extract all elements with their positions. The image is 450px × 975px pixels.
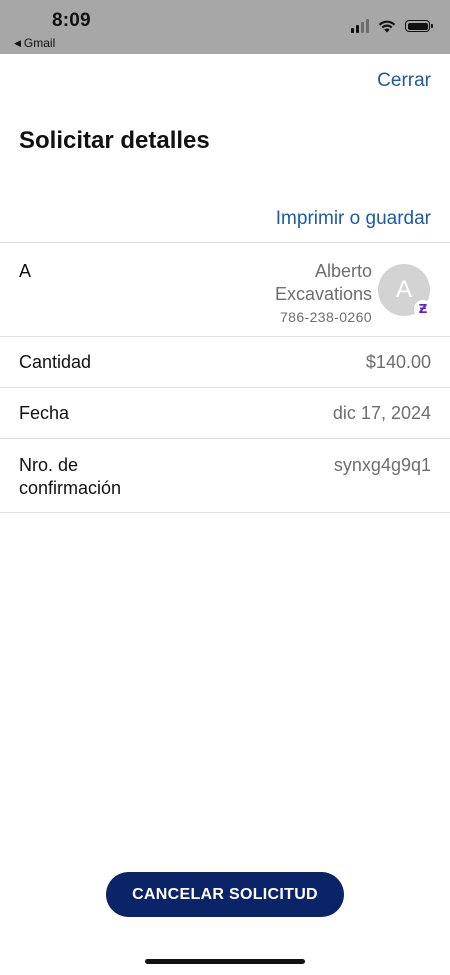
wifi-icon — [378, 20, 396, 33]
avatar: A Ƶ — [378, 264, 432, 318]
cellular-signal-icon — [351, 19, 369, 33]
detail-row-confirmation: Nro. de confirmación synxg4g9q1 — [0, 438, 450, 513]
detail-row-date: Fecha dic 17, 2024 — [0, 387, 450, 438]
close-button[interactable]: Cerrar — [377, 70, 431, 92]
amount-label: Cantidad — [19, 352, 92, 372]
detail-row-recipient: A Alberto Excavations 786-238-0260 A Ƶ — [0, 242, 450, 336]
date-label: Fecha — [19, 403, 70, 423]
back-app-label: Gmail — [23, 36, 56, 50]
confirmation-label: Nro. de confirmación — [19, 455, 122, 498]
confirmation-value: synxg4g9q1 — [333, 455, 431, 475]
status-bar: 8:09 ◀ Gmail — [0, 0, 450, 54]
detail-row-amount: Cantidad $140.00 — [0, 336, 450, 387]
date-value: dic 17, 2024 — [332, 403, 431, 423]
recipient-label: A — [19, 261, 32, 281]
amount-value: $140.00 — [365, 352, 431, 372]
zelle-icon: Ƶ — [414, 300, 432, 318]
recipient-name: Alberto Excavations — [274, 261, 372, 304]
battery-icon — [405, 20, 433, 32]
status-icons — [351, 19, 433, 33]
avatar-initial: A — [395, 276, 412, 303]
print-or-save-link[interactable]: Imprimir o guardar — [276, 208, 431, 230]
recipient-info: Alberto Excavations 786-238-0260 — [232, 260, 372, 325]
recipient-phone: 786-238-0260 — [280, 309, 372, 325]
cancel-request-button[interactable]: CANCELAR SOLICITUD — [106, 872, 344, 917]
status-time: 8:09 — [52, 10, 91, 31]
request-details: A Alberto Excavations 786-238-0260 A Ƶ C… — [0, 242, 450, 513]
triangle-left-icon: ◀ — [14, 37, 21, 48]
page-title: Solicitar detalles — [19, 127, 210, 154]
home-indicator[interactable] — [145, 959, 305, 964]
back-to-app-link[interactable]: ◀ Gmail — [14, 36, 55, 50]
